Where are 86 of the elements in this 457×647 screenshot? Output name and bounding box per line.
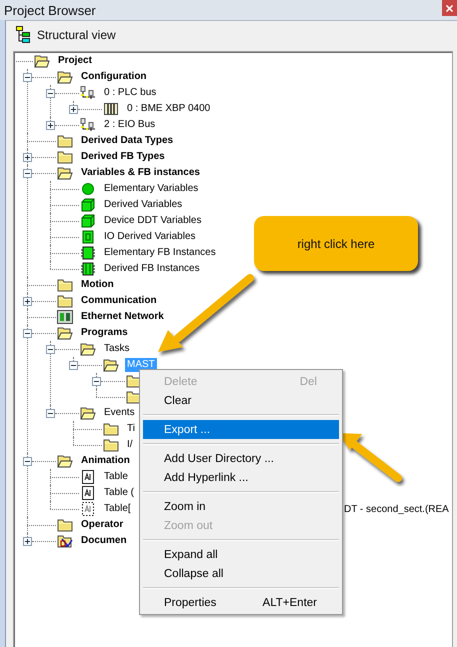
collapse-icon[interactable] — [23, 168, 32, 178]
network-icon — [57, 310, 73, 324]
expand-icon[interactable] — [23, 152, 32, 162]
menu-item[interactable]: Properties ALT+Enter — [143, 593, 339, 612]
tree-item[interactable]: Documen — [79, 534, 129, 548]
tree-item[interactable]: Derived Variables — [102, 198, 184, 212]
close-icon — [446, 4, 453, 12]
tree-item[interactable]: Events — [102, 406, 137, 420]
cube-icon — [80, 214, 96, 228]
tree-item[interactable]: Table[ — [102, 502, 133, 516]
open-folder-icon — [57, 454, 73, 468]
tree-item[interactable]: Tasks — [102, 342, 132, 356]
tree-item[interactable]: Derived FB Types — [79, 150, 167, 164]
collapse-icon[interactable] — [23, 328, 32, 338]
folder-icon — [103, 438, 119, 452]
window-title: Project Browser — [3, 2, 96, 18]
tree-item[interactable]: Animation — [79, 454, 132, 468]
tree-item[interactable]: I/ — [125, 438, 135, 452]
tree-item[interactable]: 0 : PLC bus — [102, 86, 158, 100]
close-button[interactable] — [442, 0, 457, 16]
folder-icon — [57, 134, 73, 148]
collapse-icon[interactable] — [46, 344, 55, 354]
open-folder-icon — [80, 406, 96, 420]
cube-icon — [80, 198, 96, 212]
table-icon — [80, 470, 96, 484]
menu-item[interactable]: Export ... — [143, 420, 339, 439]
menu-item[interactable]: Zoom in — [143, 497, 339, 516]
io-variable-icon — [80, 230, 96, 244]
folder-icon — [57, 150, 73, 164]
menu-item[interactable]: Clear — [143, 391, 339, 410]
callout: right click here — [254, 216, 418, 271]
tree-item[interactable]: Elementary Variables — [102, 182, 200, 196]
tree-item[interactable]: 2 : EIO Bus — [102, 118, 158, 132]
folder-icon — [57, 294, 73, 308]
open-folder-icon — [80, 342, 96, 356]
tree-item-text: DT - second_sect.(REA — [344, 504, 449, 514]
folder-icon — [57, 278, 73, 292]
tree-item[interactable]: Derived FB Instances — [102, 262, 202, 276]
collapse-icon[interactable] — [46, 88, 55, 98]
tree-item[interactable]: 0 : BME XBP 0400 — [125, 102, 212, 116]
function-block-icon — [80, 262, 96, 276]
open-folder-icon — [103, 358, 119, 372]
expand-icon[interactable] — [46, 120, 55, 130]
view-tab[interactable]: Structural view — [37, 28, 116, 42]
table-icon — [80, 502, 96, 516]
tree-item[interactable]: Elementary FB Instances — [102, 246, 218, 260]
document-folder-icon — [57, 534, 73, 548]
tree-item[interactable]: Programs — [79, 326, 130, 340]
menu-item[interactable]: Collapse all — [143, 564, 339, 583]
collapse-icon[interactable] — [46, 408, 55, 418]
tree-item[interactable]: Motion — [79, 278, 116, 292]
rack-icon — [103, 102, 119, 116]
tree-item[interactable]: Derived Data Types — [79, 134, 176, 148]
tree-item[interactable]: Variables & FB instances — [79, 166, 202, 180]
open-folder-icon — [57, 326, 73, 340]
expand-icon[interactable] — [69, 104, 78, 114]
menu-item[interactable]: Add Hyperlink ... — [143, 468, 339, 487]
folder-icon — [103, 422, 119, 436]
expand-icon[interactable] — [23, 536, 32, 546]
open-folder-icon — [57, 70, 73, 84]
open-folder-icon — [34, 54, 50, 68]
menu-item[interactable]: Expand all — [143, 545, 339, 564]
expand-icon[interactable] — [23, 296, 32, 306]
tree-item[interactable]: Table ( — [102, 486, 136, 500]
function-block-icon — [80, 246, 96, 260]
collapse-icon[interactable] — [92, 376, 101, 386]
tree-item[interactable]: Ethernet Network — [79, 310, 166, 324]
open-folder-icon — [57, 166, 73, 180]
table-icon — [80, 486, 96, 500]
menu-item[interactable]: Add User Directory ... — [143, 449, 339, 468]
collapse-icon[interactable] — [23, 72, 32, 82]
dot-icon — [80, 182, 96, 196]
collapse-icon[interactable] — [23, 456, 32, 466]
bus-icon — [80, 118, 96, 132]
tree-item[interactable]: Table — [102, 470, 130, 484]
folder-icon — [57, 518, 73, 532]
collapse-icon[interactable] — [69, 360, 78, 370]
tree-item[interactable]: Device DDT Variables — [102, 214, 204, 228]
tree-item[interactable]: Ti — [125, 422, 137, 436]
tree-item[interactable]: Project — [56, 54, 94, 68]
bus-icon — [80, 86, 96, 100]
tree-item[interactable]: Communication — [79, 294, 159, 308]
tree-item[interactable]: IO Derived Variables — [102, 230, 198, 244]
tree-item[interactable]: Operator — [79, 518, 126, 532]
tree-item[interactable]: Configuration — [79, 70, 149, 84]
tree-view-icon — [15, 26, 31, 44]
